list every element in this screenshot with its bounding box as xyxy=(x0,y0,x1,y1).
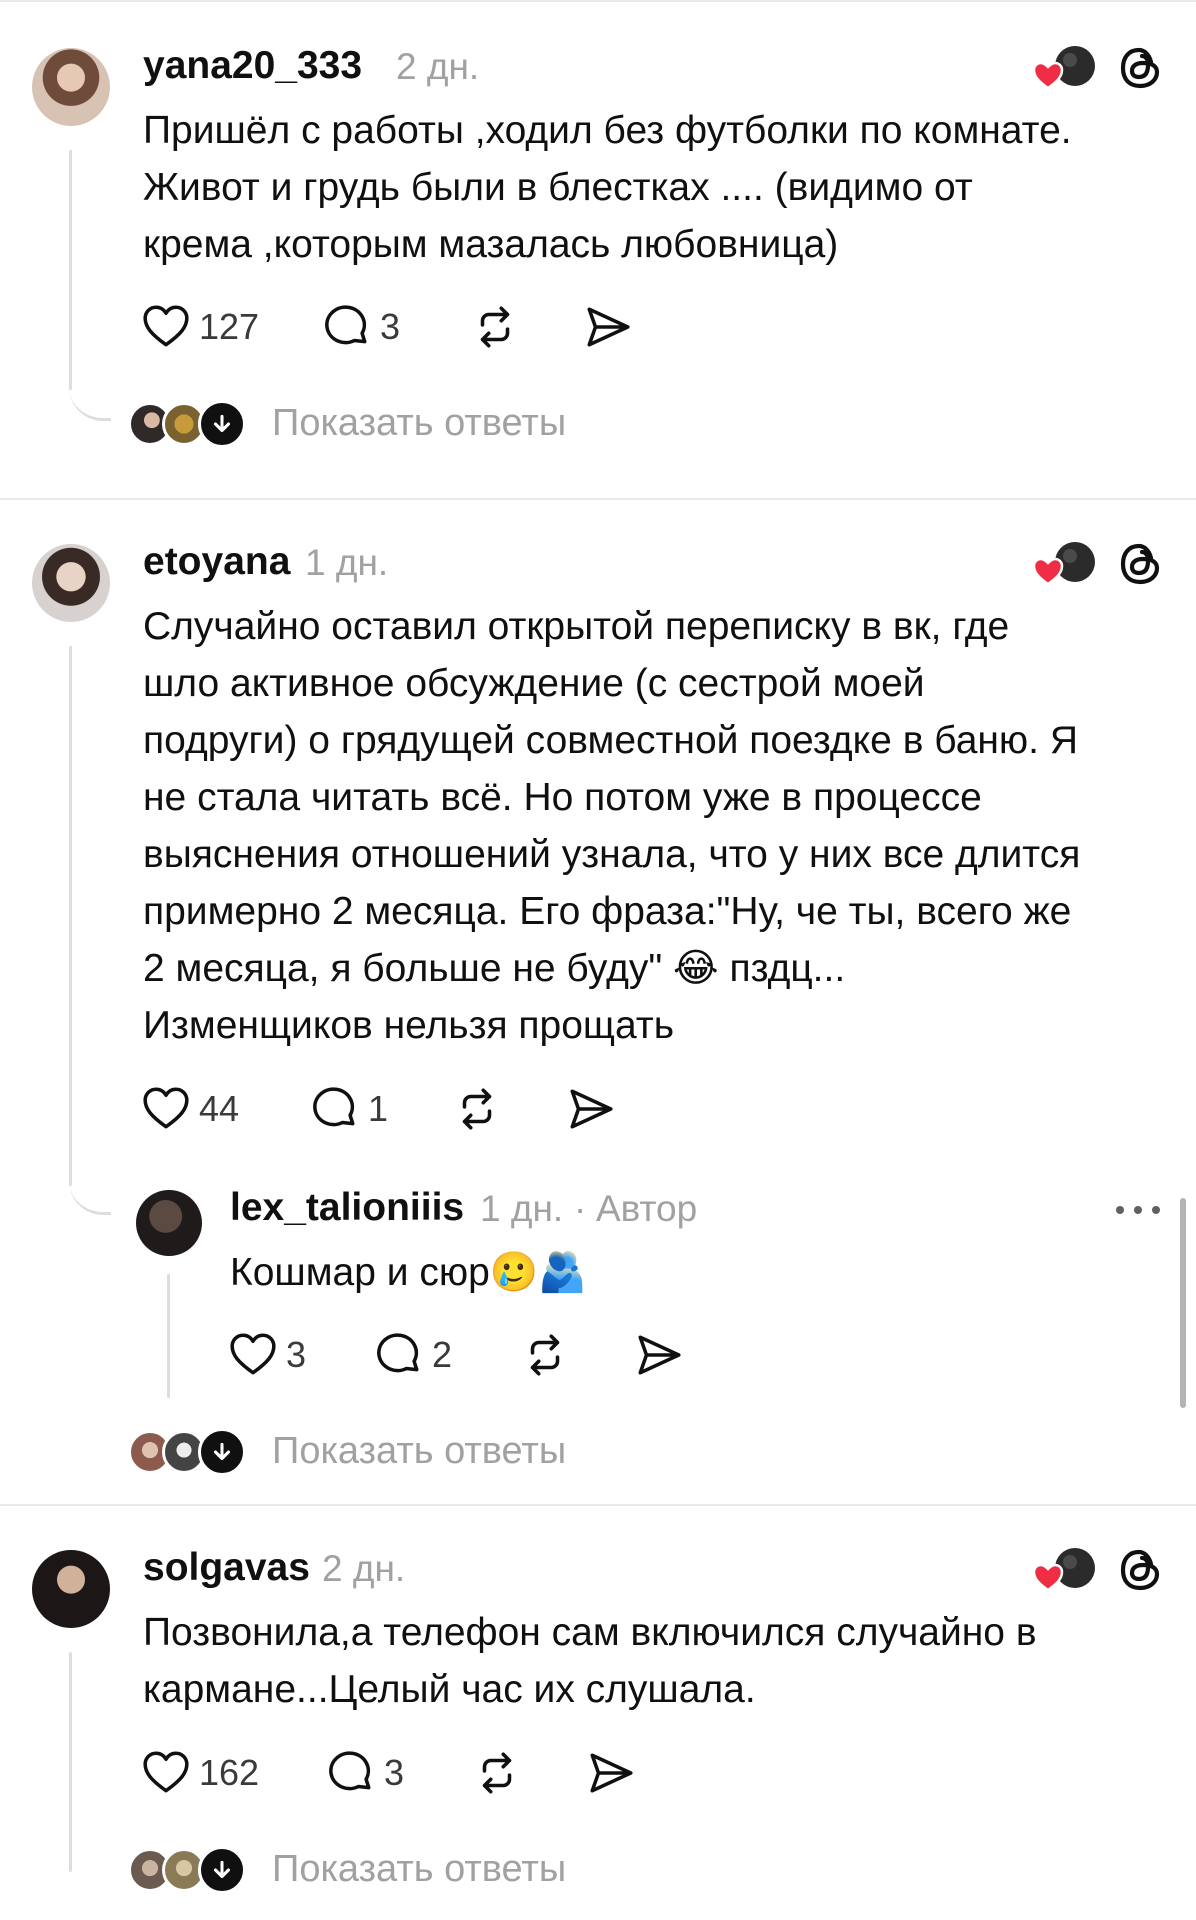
comment-card: solgavas 2 дн. Позвонила,а телефон сам в… xyxy=(0,1506,1196,1920)
username[interactable]: solgavas xyxy=(143,1546,310,1590)
send-icon xyxy=(586,1748,636,1798)
meta-separator: · xyxy=(574,1188,587,1229)
reply-text: Кошмар и сюр🥲🫂 xyxy=(230,1244,587,1301)
comment-card: yana20_333 2 дн. Пришёл с работы ,ходил … xyxy=(0,0,1196,500)
like-button[interactable]: 3 xyxy=(228,1330,306,1380)
speech-bubble-icon xyxy=(322,302,372,352)
share-button[interactable] xyxy=(583,302,633,352)
more-dots-icon[interactable] xyxy=(1116,1204,1160,1216)
repost-button[interactable] xyxy=(472,1748,522,1798)
thread-line xyxy=(167,1274,170,1398)
liked-by-author-icon xyxy=(1030,540,1100,588)
reply-button[interactable]: 3 xyxy=(326,1748,404,1798)
reply-button[interactable]: 2 xyxy=(374,1330,452,1380)
liked-by-author-icon xyxy=(1030,1546,1100,1594)
timestamp: 2 дн. xyxy=(396,46,480,87)
show-replies-link[interactable]: Показать ответы xyxy=(272,402,566,445)
threads-logo-icon[interactable] xyxy=(1115,1545,1165,1595)
speech-bubble-icon xyxy=(310,1084,360,1134)
repost-icon xyxy=(470,302,520,352)
repost-icon xyxy=(520,1330,570,1380)
comment-text-line: Изменщиков нельзя прощать xyxy=(143,1004,675,1047)
repost-button[interactable] xyxy=(520,1330,570,1380)
comment-text-line: Пришёл с работы ,ходил без футболки по к… xyxy=(143,109,1072,152)
like-count: 44 xyxy=(199,1088,240,1129)
repost-icon xyxy=(452,1084,502,1134)
reply-text-line: Кошмар и сюр🥲🫂 xyxy=(230,1251,587,1294)
send-icon xyxy=(566,1084,616,1134)
comment-text: Позвонила,а телефон сам включился случай… xyxy=(143,1604,1037,1718)
scrollbar[interactable] xyxy=(1180,1198,1186,1408)
arrow-down-icon xyxy=(209,411,235,437)
comment-text-line: кармане...Целый час их слушала. xyxy=(143,1668,756,1711)
send-icon xyxy=(583,302,633,352)
repost-icon xyxy=(472,1748,522,1798)
threads-logo-icon[interactable] xyxy=(1115,539,1165,589)
arrow-down-icon xyxy=(209,1857,235,1883)
reply-count: 1 xyxy=(368,1088,389,1129)
repost-button[interactable] xyxy=(470,302,520,352)
send-icon xyxy=(634,1330,684,1380)
show-replies-link[interactable]: Показать ответы xyxy=(272,1430,566,1473)
reply-button[interactable]: 1 xyxy=(310,1084,388,1134)
avatar[interactable] xyxy=(32,1550,110,1628)
reply-count: 3 xyxy=(384,1752,405,1793)
reply-count: 3 xyxy=(380,306,401,347)
comment-text-line: подруги) о грядущей совместной поездке в… xyxy=(143,719,1079,762)
speech-bubble-icon xyxy=(374,1330,424,1380)
comment-card: etoyana 1 дн. Случайно оставил открытой … xyxy=(0,500,1196,1504)
heart-outline-icon xyxy=(141,1084,191,1134)
comment-text-line: Живот и грудь были в блестках .... (види… xyxy=(143,166,973,209)
heart-outline-icon xyxy=(141,302,191,352)
username[interactable]: lex_talioniiis xyxy=(230,1186,464,1230)
reply-count: 2 xyxy=(432,1334,453,1375)
comment-text: Пришёл с работы ,ходил без футболки по к… xyxy=(143,102,1072,273)
comment-text-line: Позвонила,а телефон сам включился случай… xyxy=(143,1611,1037,1654)
share-button[interactable] xyxy=(566,1084,616,1134)
liked-by-author-icon xyxy=(1030,44,1100,92)
like-count: 162 xyxy=(199,1752,260,1793)
show-replies-expand[interactable] xyxy=(198,1846,246,1894)
speech-bubble-icon xyxy=(326,1748,376,1798)
comment-text-line: шло активное обсуждение (с сестрой моей xyxy=(143,662,925,705)
like-button[interactable]: 162 xyxy=(141,1748,259,1798)
author-badge: Автор xyxy=(596,1188,698,1229)
show-replies-expand[interactable] xyxy=(198,1428,246,1476)
share-button[interactable] xyxy=(586,1748,636,1798)
show-replies-link[interactable]: Показать ответы xyxy=(272,1848,566,1891)
username[interactable]: yana20_333 xyxy=(143,44,362,88)
avatar[interactable] xyxy=(32,48,110,126)
share-button[interactable] xyxy=(634,1330,684,1380)
heart-outline-icon xyxy=(141,1748,191,1798)
timestamp: 1 дн. xyxy=(480,1188,564,1229)
thread-line xyxy=(69,646,72,1186)
comment-text-line: примерно 2 месяца. Его фраза:"Ну, че ты,… xyxy=(143,890,1072,933)
timestamp: 2 дн. xyxy=(322,1548,406,1589)
thread-line xyxy=(69,150,72,390)
username[interactable]: etoyana xyxy=(143,540,290,584)
avatar[interactable] xyxy=(136,1190,202,1256)
thread-curve xyxy=(69,360,111,421)
comment-text-line: крема ,которым мазалась любовница) xyxy=(143,223,839,266)
show-replies-expand[interactable] xyxy=(198,400,246,448)
repost-button[interactable] xyxy=(452,1084,502,1134)
threads-logo-icon[interactable] xyxy=(1115,43,1165,93)
comment-text-line: выяснения отношений узнала, что у них вс… xyxy=(143,833,1081,876)
like-button[interactable]: 44 xyxy=(141,1084,239,1134)
comment-text-line: 2 месяца, я больше не буду" 😂 пздц... xyxy=(143,947,846,990)
avatar[interactable] xyxy=(32,544,110,622)
like-count: 127 xyxy=(199,306,260,347)
thread-line xyxy=(69,1652,72,1872)
comment-text: Случайно оставил открытой переписку в вк… xyxy=(143,598,1080,1054)
heart-outline-icon xyxy=(228,1330,278,1380)
timestamp: 1 дн. xyxy=(305,542,389,583)
arrow-down-icon xyxy=(209,1439,235,1465)
nested-reply: lex_talioniiis 1 дн. · Автор Кошмар и сю… xyxy=(0,1180,1196,1410)
comment-text-line: Случайно оставил открытой переписку в вк… xyxy=(143,605,1010,648)
like-button[interactable]: 127 xyxy=(141,302,259,352)
reply-button[interactable]: 3 xyxy=(322,302,400,352)
like-count: 3 xyxy=(286,1334,307,1375)
comment-text-line: не стала читать всё. Но потом уже в проц… xyxy=(143,776,982,819)
